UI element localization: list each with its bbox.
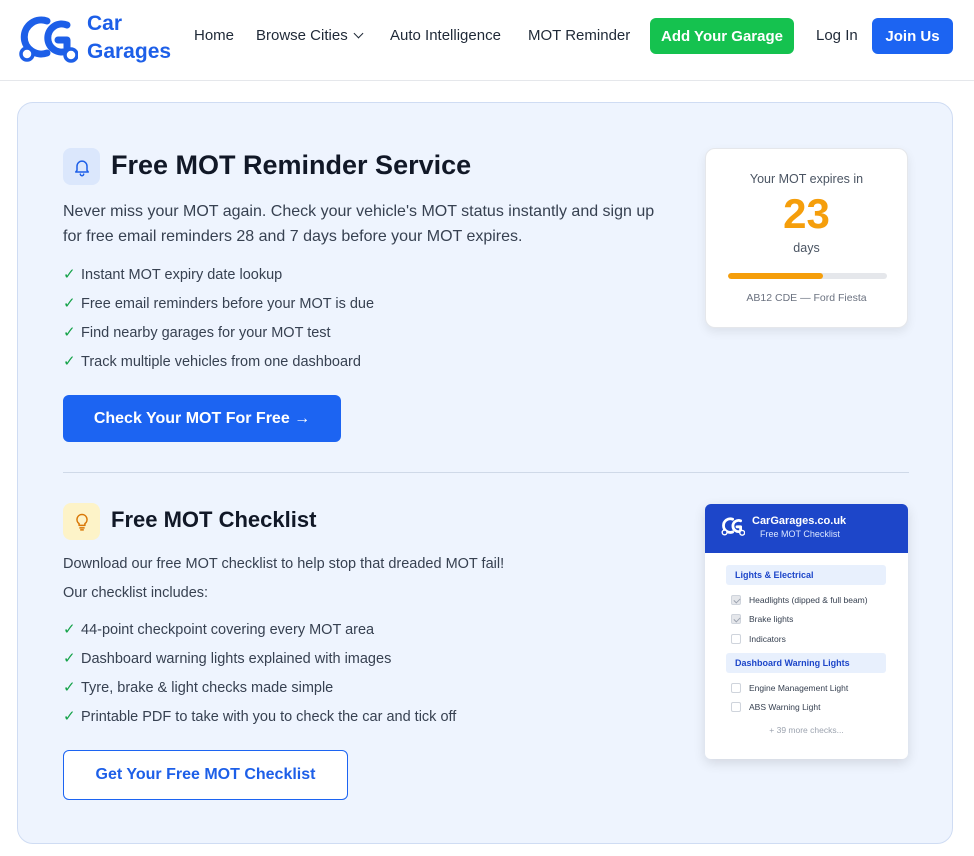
list-item: Engine Management Light (731, 683, 848, 693)
expiry-label: Your MOT expires in (749, 172, 864, 186)
list-item-text: 44-point checkpoint covering every MOT a… (81, 622, 375, 638)
mot-services-card: Free MOT Reminder Service Never miss you… (17, 102, 953, 844)
list-item-text: Tyre, brake & light checks made simple (81, 680, 334, 696)
list-item-text: Free email reminders before your MOT is … (81, 296, 375, 312)
check-icon: ✓ (63, 708, 76, 725)
car-garages-logo-icon (19, 16, 78, 63)
join-us-button[interactable]: Join Us (872, 18, 953, 54)
unchecked-box-icon (731, 683, 741, 693)
brand-name: Car Garages (87, 10, 171, 66)
list-item-text: Headlights (dipped & full beam) (749, 595, 868, 605)
list-item: Brake lights (731, 614, 793, 624)
preview-header: CarGarages.co.uk Free MOT Checklist (705, 504, 908, 553)
checked-box-icon (731, 595, 741, 605)
vehicle-registration: AB12 CDE — Ford Fiesta (746, 292, 867, 304)
list-item: ✓ Dashboard warning lights explained with… (63, 649, 456, 678)
checklist-feature-list: ✓ 44-point checkpoint covering every MOT … (63, 620, 456, 736)
list-item: ✓ Instant MOT expiry date lookup (63, 265, 374, 294)
expiry-progress-fill (728, 273, 824, 279)
reminder-title: Free MOT Reminder Service (111, 150, 472, 180)
get-checklist-button[interactable]: Get Your Free MOT Checklist (63, 750, 348, 800)
list-item-text: Brake lights (749, 614, 794, 624)
bell-icon-badge (63, 148, 100, 185)
check-icon: ✓ (63, 266, 76, 283)
list-item: Indicators (731, 634, 786, 644)
checklist-intro: Download our free MOT checklist to help … (63, 556, 505, 572)
checklist-title: Free MOT Checklist (111, 507, 317, 532)
list-item: ✓ Free email reminders before your MOT is… (63, 294, 374, 323)
check-icon: ✓ (63, 324, 76, 341)
car-garages-logo-icon (721, 517, 745, 536)
check-icon: ✓ (63, 650, 76, 667)
site-logo-link[interactable]: Car Garages (18, 10, 171, 66)
checklist-includes-label: Our checklist includes: (63, 585, 209, 601)
nav-mot-reminder[interactable]: MOT Reminder (528, 26, 630, 46)
nav-home[interactable]: Home (194, 26, 234, 46)
expiry-days-unit: days (793, 241, 820, 255)
site-header: Car Garages Home Browse Cities Auto Inte… (0, 0, 974, 81)
preview-subtitle: Free MOT Checklist (760, 529, 840, 539)
list-item: ✓ Find nearby garages for your MOT test (63, 323, 374, 352)
expiry-progress-bar (728, 273, 887, 279)
checklist-preview: CarGarages.co.uk Free MOT Checklist Ligh… (705, 504, 908, 759)
reminder-description: Never miss your MOT again. Check your ve… (63, 203, 655, 245)
chevron-down-icon (353, 28, 364, 39)
list-item-text: Find nearby garages for your MOT test (81, 325, 331, 341)
lightbulb-icon-badge (63, 503, 100, 540)
unchecked-box-icon (731, 634, 741, 644)
list-item-text: Printable PDF to take with you to check … (81, 709, 457, 725)
checked-box-icon (731, 614, 741, 624)
check-icon: ✓ (63, 295, 76, 312)
check-icon: ✓ (63, 621, 76, 638)
list-item: ✓ Track multiple vehicles from one dashbo… (63, 352, 374, 381)
mot-expiry-widget: Your MOT expires in 23 days AB12 CDE — F… (705, 148, 908, 328)
list-item-text: Dashboard warning lights explained with … (81, 651, 392, 667)
nav-browse-cities[interactable]: Browse Cities (256, 26, 364, 46)
list-item-text: Instant MOT expiry date lookup (81, 267, 283, 283)
list-item: ✓ 44-point checkpoint covering every MOT … (63, 620, 456, 649)
check-your-mot-button[interactable]: Check Your MOT For Free → (63, 395, 341, 442)
section-divider (63, 472, 909, 473)
preview-category-lights: Lights & Electrical (726, 565, 886, 585)
list-item: Headlights (dipped & full beam) (731, 595, 868, 605)
check-icon: ✓ (63, 679, 76, 696)
bell-icon (74, 159, 89, 176)
list-item-text: Track multiple vehicles from one dashboa… (81, 354, 361, 370)
check-icon: ✓ (63, 353, 76, 370)
list-item: ABS Warning Light (731, 702, 821, 712)
lightbulb-icon (75, 513, 88, 531)
add-your-garage-button[interactable]: Add Your Garage (650, 18, 794, 54)
nav-browse-cities-label: Browse Cities (256, 27, 348, 44)
preview-brand: CarGarages.co.uk (752, 515, 847, 527)
list-item: ✓ Printable PDF to take with you to check… (63, 707, 456, 736)
login-link[interactable]: Log In (816, 26, 858, 46)
preview-category-dashboard: Dashboard Warning Lights (726, 653, 886, 673)
expiry-days-count: 23 (783, 190, 830, 237)
reminder-feature-list: ✓ Instant MOT expiry date lookup ✓ Free em… (63, 265, 374, 381)
list-item-text: ABS Warning Light (749, 702, 821, 712)
brand-line-2: Garages (87, 40, 172, 63)
list-item-text: Engine Management Light (749, 683, 849, 693)
unchecked-box-icon (731, 702, 741, 712)
list-item-text: Indicators (749, 634, 786, 644)
nav-auto-intelligence[interactable]: Auto Intelligence (390, 26, 501, 46)
preview-more-checks: + 39 more checks... (769, 725, 844, 735)
list-item: ✓ Tyre, brake & light checks made simple (63, 678, 456, 707)
brand-line-1: Car (87, 12, 123, 35)
